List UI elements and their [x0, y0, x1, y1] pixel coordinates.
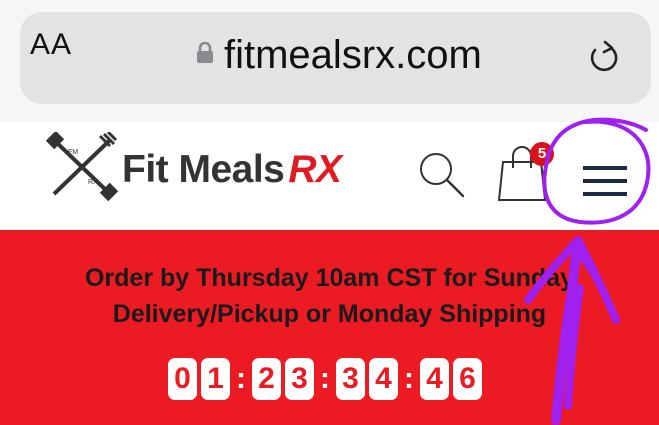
countdown-separator: :	[404, 362, 414, 395]
text-size-button[interactable]: AA	[30, 28, 72, 62]
countdown-digit: 6	[453, 358, 482, 400]
countdown-digit: 4	[420, 358, 449, 400]
countdown-digit: 3	[285, 358, 314, 400]
browser-toolbar: AA fitmealsrx.com	[0, 0, 659, 122]
search-icon[interactable]	[415, 148, 467, 200]
countdown-digit: 3	[336, 358, 365, 400]
svg-text:FM: FM	[68, 149, 78, 156]
url-text[interactable]: fitmealsrx.com	[224, 33, 482, 78]
text-size-label: AA	[30, 28, 73, 61]
crossed-utensils-logo-icon[interactable]: FM RX	[44, 132, 120, 202]
brand-name: Fit Meals	[122, 148, 285, 191]
annotation-arrow	[524, 236, 620, 425]
countdown-separator: :	[236, 362, 246, 395]
countdown-digit: 2	[252, 358, 281, 400]
annotation-circle	[542, 117, 651, 225]
brand-logo[interactable]: Fit Meals RX	[122, 148, 342, 192]
reload-icon[interactable]	[585, 38, 621, 74]
countdown-digit: 1	[201, 358, 230, 400]
svg-text:RX: RX	[88, 179, 98, 186]
countdown-digit: 4	[369, 358, 398, 400]
countdown-timer: 0 1 : 2 3 : 3 4 : 4 6	[168, 355, 486, 403]
lock-icon	[197, 42, 213, 63]
countdown-digit: 0	[168, 358, 197, 400]
countdown-separator: :	[320, 362, 330, 395]
brand-accent: RX	[288, 148, 342, 191]
